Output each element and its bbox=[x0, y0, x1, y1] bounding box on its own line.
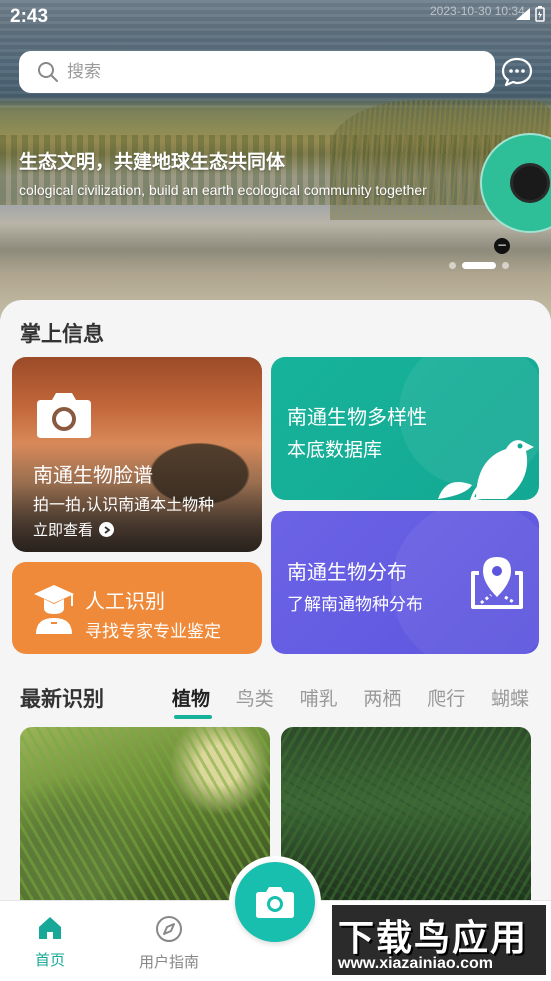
joystick-collapse-button[interactable]: − bbox=[494, 238, 510, 254]
map-pin-icon bbox=[471, 557, 523, 609]
species-face-desc: 拍一拍,认识南通本土物种 bbox=[33, 495, 215, 514]
nav-home[interactable]: 首页 bbox=[5, 915, 95, 970]
status-icons bbox=[515, 6, 545, 22]
tab-plants[interactable]: 植物 bbox=[172, 684, 236, 719]
expert-identification-card[interactable]: 人工识别 寻找专家专业鉴定 bbox=[12, 562, 262, 654]
nav-home-label: 首页 bbox=[34, 951, 65, 969]
carousel-dot[interactable] bbox=[449, 262, 456, 269]
search-icon bbox=[38, 62, 58, 82]
graduate-icon bbox=[34, 585, 74, 634]
tab-birds[interactable]: 鸟类 bbox=[236, 684, 300, 711]
banner-carousel[interactable]: 2:43 2023-10-30 10:34 生态文明，共建地球生态共同体 col… bbox=[0, 0, 551, 320]
recent-photo-card[interactable] bbox=[20, 727, 270, 900]
carousel-dot[interactable] bbox=[502, 262, 509, 269]
search-bar[interactable] bbox=[19, 51, 495, 93]
status-bar: 2:43 2023-10-30 10:34 bbox=[0, 0, 551, 36]
biodiversity-database-card[interactable]: 南通生物多样性 本底数据库 bbox=[271, 357, 539, 500]
species-distribution-card[interactable]: 南通生物分布 了解南通物种分布 bbox=[271, 511, 539, 654]
species-face-card[interactable]: 南通生物脸谱 拍一拍,认识南通本土物种 立即查看 bbox=[12, 357, 262, 552]
nav-user-guide[interactable]: 用户指南 bbox=[124, 915, 214, 972]
status-date: 2023-10-30 10:34 bbox=[430, 4, 525, 18]
section-title: 掌上信息 bbox=[20, 322, 104, 346]
recent-photo-card[interactable] bbox=[281, 727, 531, 900]
carousel-indicator bbox=[449, 262, 509, 269]
expert-desc: 寻找专家专业鉴定 bbox=[85, 622, 221, 642]
expert-title: 人工识别 bbox=[85, 589, 165, 613]
tab-reptiles[interactable]: 爬行 bbox=[427, 684, 491, 711]
database-title-line1: 南通生物多样性 bbox=[287, 405, 427, 429]
bird-icon bbox=[438, 440, 534, 500]
camera-fab-button[interactable] bbox=[229, 856, 321, 948]
species-face-title: 南通生物脸谱 bbox=[33, 463, 153, 487]
distribution-desc: 了解南通物种分布 bbox=[287, 595, 423, 615]
category-tabs: 植物 鸟类 哺乳 两栖 爬行 蝴蝶 bbox=[172, 684, 551, 719]
watermark-title: 下载鸟应用 bbox=[338, 918, 529, 959]
chevron-right-icon bbox=[99, 522, 115, 537]
nav-guide-label: 用户指南 bbox=[138, 953, 199, 971]
content-panel: 掌上信息 南通生物脸谱 拍一拍,认识南通本土物种 立即查看 南通生物多样性 本底… bbox=[0, 300, 551, 900]
database-title-line2: 本底数据库 bbox=[287, 439, 383, 461]
watermark-url: www.xiazainiao.com bbox=[338, 955, 494, 972]
banner-title: 生态文明，共建地球生态共同体 bbox=[19, 151, 286, 173]
camera-fab-inner bbox=[235, 862, 315, 942]
compass-icon bbox=[156, 916, 182, 942]
recent-identification-title: 最新识别 bbox=[20, 687, 104, 711]
message-icon bbox=[501, 57, 533, 87]
tab-butterflies[interactable]: 蝴蝶 bbox=[491, 684, 551, 711]
view-now-label: 立即查看 bbox=[33, 521, 94, 539]
watermark-logo: 下载鸟应用 www.xiazainiao.com bbox=[330, 903, 548, 977]
message-button[interactable] bbox=[500, 56, 534, 88]
battery-icon bbox=[535, 6, 545, 22]
carousel-dot-active[interactable] bbox=[462, 262, 496, 269]
distribution-title: 南通生物分布 bbox=[287, 560, 407, 584]
tab-mammals[interactable]: 哺乳 bbox=[300, 684, 364, 711]
camera-icon bbox=[37, 393, 91, 438]
camera-icon bbox=[256, 887, 294, 918]
status-time: 2:43 bbox=[10, 6, 49, 27]
home-icon bbox=[39, 917, 61, 939]
tab-amphibians[interactable]: 两栖 bbox=[363, 684, 427, 711]
banner-subtitle: cological civilization, build an earth e… bbox=[19, 182, 427, 198]
signal-icon bbox=[516, 8, 530, 20]
view-now-link[interactable]: 立即查看 bbox=[33, 519, 115, 540]
joystick-knob[interactable] bbox=[510, 163, 550, 203]
search-input[interactable] bbox=[67, 62, 447, 82]
